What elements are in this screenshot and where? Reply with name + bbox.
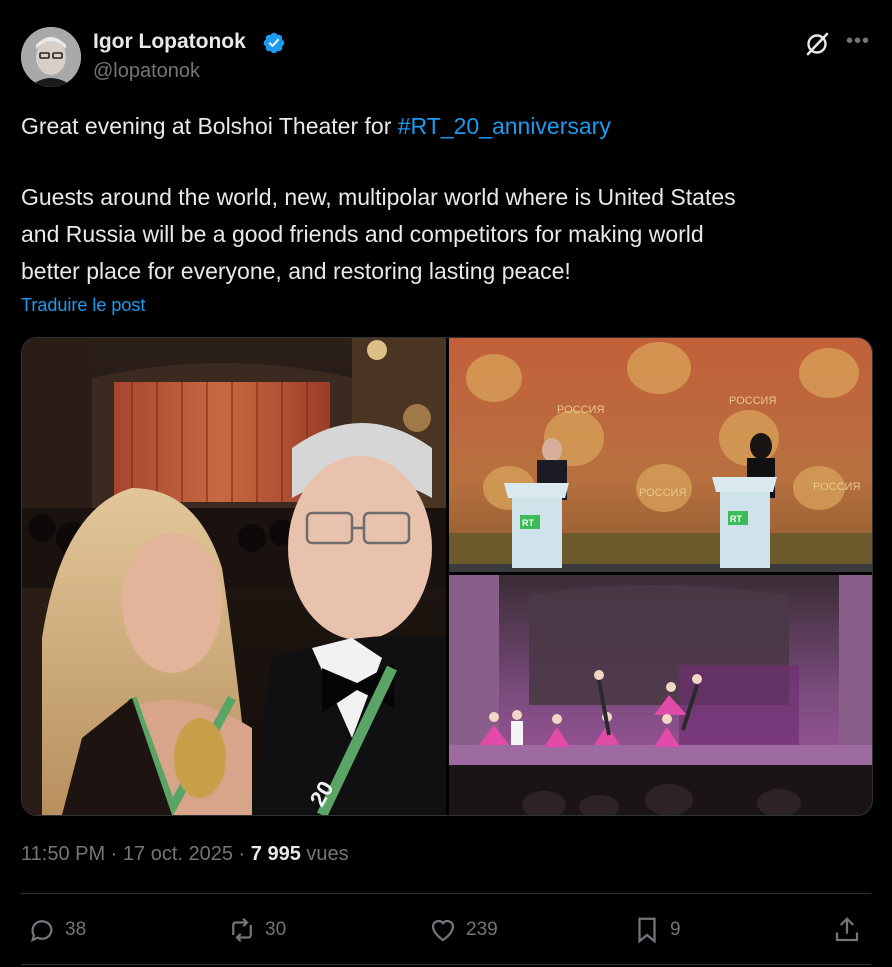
photo-podiums[interactable]: РОССИЯ РОССИЯ РОССИЯ РОССИЯ RT RT	[449, 338, 872, 572]
podium-logo: RT	[522, 518, 534, 528]
divider	[21, 964, 871, 965]
curtain-text: РОССИЯ	[639, 487, 686, 499]
heart-icon	[431, 919, 455, 942]
post-text-prefix: Great evening at Bolshoi Theater for	[21, 113, 398, 139]
podium-logo: RT	[730, 514, 742, 524]
more-options-icon[interactable]: •••	[846, 30, 870, 53]
media-divider	[449, 572, 872, 575]
author-handle[interactable]: @lopatonok	[93, 60, 200, 83]
translate-post-link[interactable]: Traduire le post	[21, 295, 145, 316]
views-count: 7 995	[250, 843, 301, 865]
views-label: vues	[300, 843, 349, 865]
post: Igor Lopatonok @lopatonok ••• Great even…	[0, 0, 892, 967]
photo-selfie[interactable]: 20	[22, 338, 446, 815]
bookmark-count: 9	[670, 919, 681, 940]
post-text-line-2: Guests around the world, new, multipolar…	[21, 184, 736, 210]
post-date[interactable]: 17 oct. 2025	[123, 843, 233, 865]
bookmark-button[interactable]: 9	[632, 915, 681, 945]
post-text-line-3: and Russia will be a good friends and co…	[21, 221, 704, 247]
repost-count: 30	[265, 919, 287, 940]
share-icon	[835, 917, 859, 942]
curtain-text: РОССИЯ	[729, 395, 776, 407]
reply-icon	[30, 920, 53, 943]
post-text-line-4: better place for everyone, and restoring…	[21, 258, 571, 284]
grok-icon[interactable]	[803, 30, 831, 58]
reply-count: 38	[65, 919, 87, 940]
repost-button[interactable]: 30	[227, 915, 286, 945]
post-meta: 11:50 PM · 17 oct. 2025 · 7 995 vues	[21, 843, 349, 866]
curtain-text: РОССИЯ	[557, 404, 604, 416]
verified-badge-icon	[263, 32, 285, 54]
divider	[21, 893, 871, 894]
post-time[interactable]: 11:50 PM	[21, 843, 105, 865]
curtain-text: РОССИЯ	[813, 481, 860, 493]
hashtag-link[interactable]: #RT_20_anniversary	[398, 113, 611, 139]
media-divider	[446, 338, 449, 815]
repost-icon	[232, 917, 252, 943]
bookmark-icon	[638, 917, 656, 944]
reply-button[interactable]: 38	[27, 915, 86, 945]
meta-separator: ·	[233, 843, 251, 865]
author-name[interactable]: Igor Lopatonok	[93, 30, 246, 54]
like-count: 239	[466, 919, 498, 940]
like-button[interactable]: 239	[428, 915, 498, 945]
meta-separator: ·	[105, 843, 123, 865]
photo-ballet[interactable]	[449, 575, 872, 815]
media-grid: 20 РОССИЯ РОССИЯ РОССИЯ РОССИЯ RT RT	[21, 337, 873, 816]
post-text-line-1: Great evening at Bolshoi Theater for #RT…	[21, 108, 861, 145]
avatar[interactable]	[21, 27, 81, 87]
share-button[interactable]	[832, 915, 862, 945]
